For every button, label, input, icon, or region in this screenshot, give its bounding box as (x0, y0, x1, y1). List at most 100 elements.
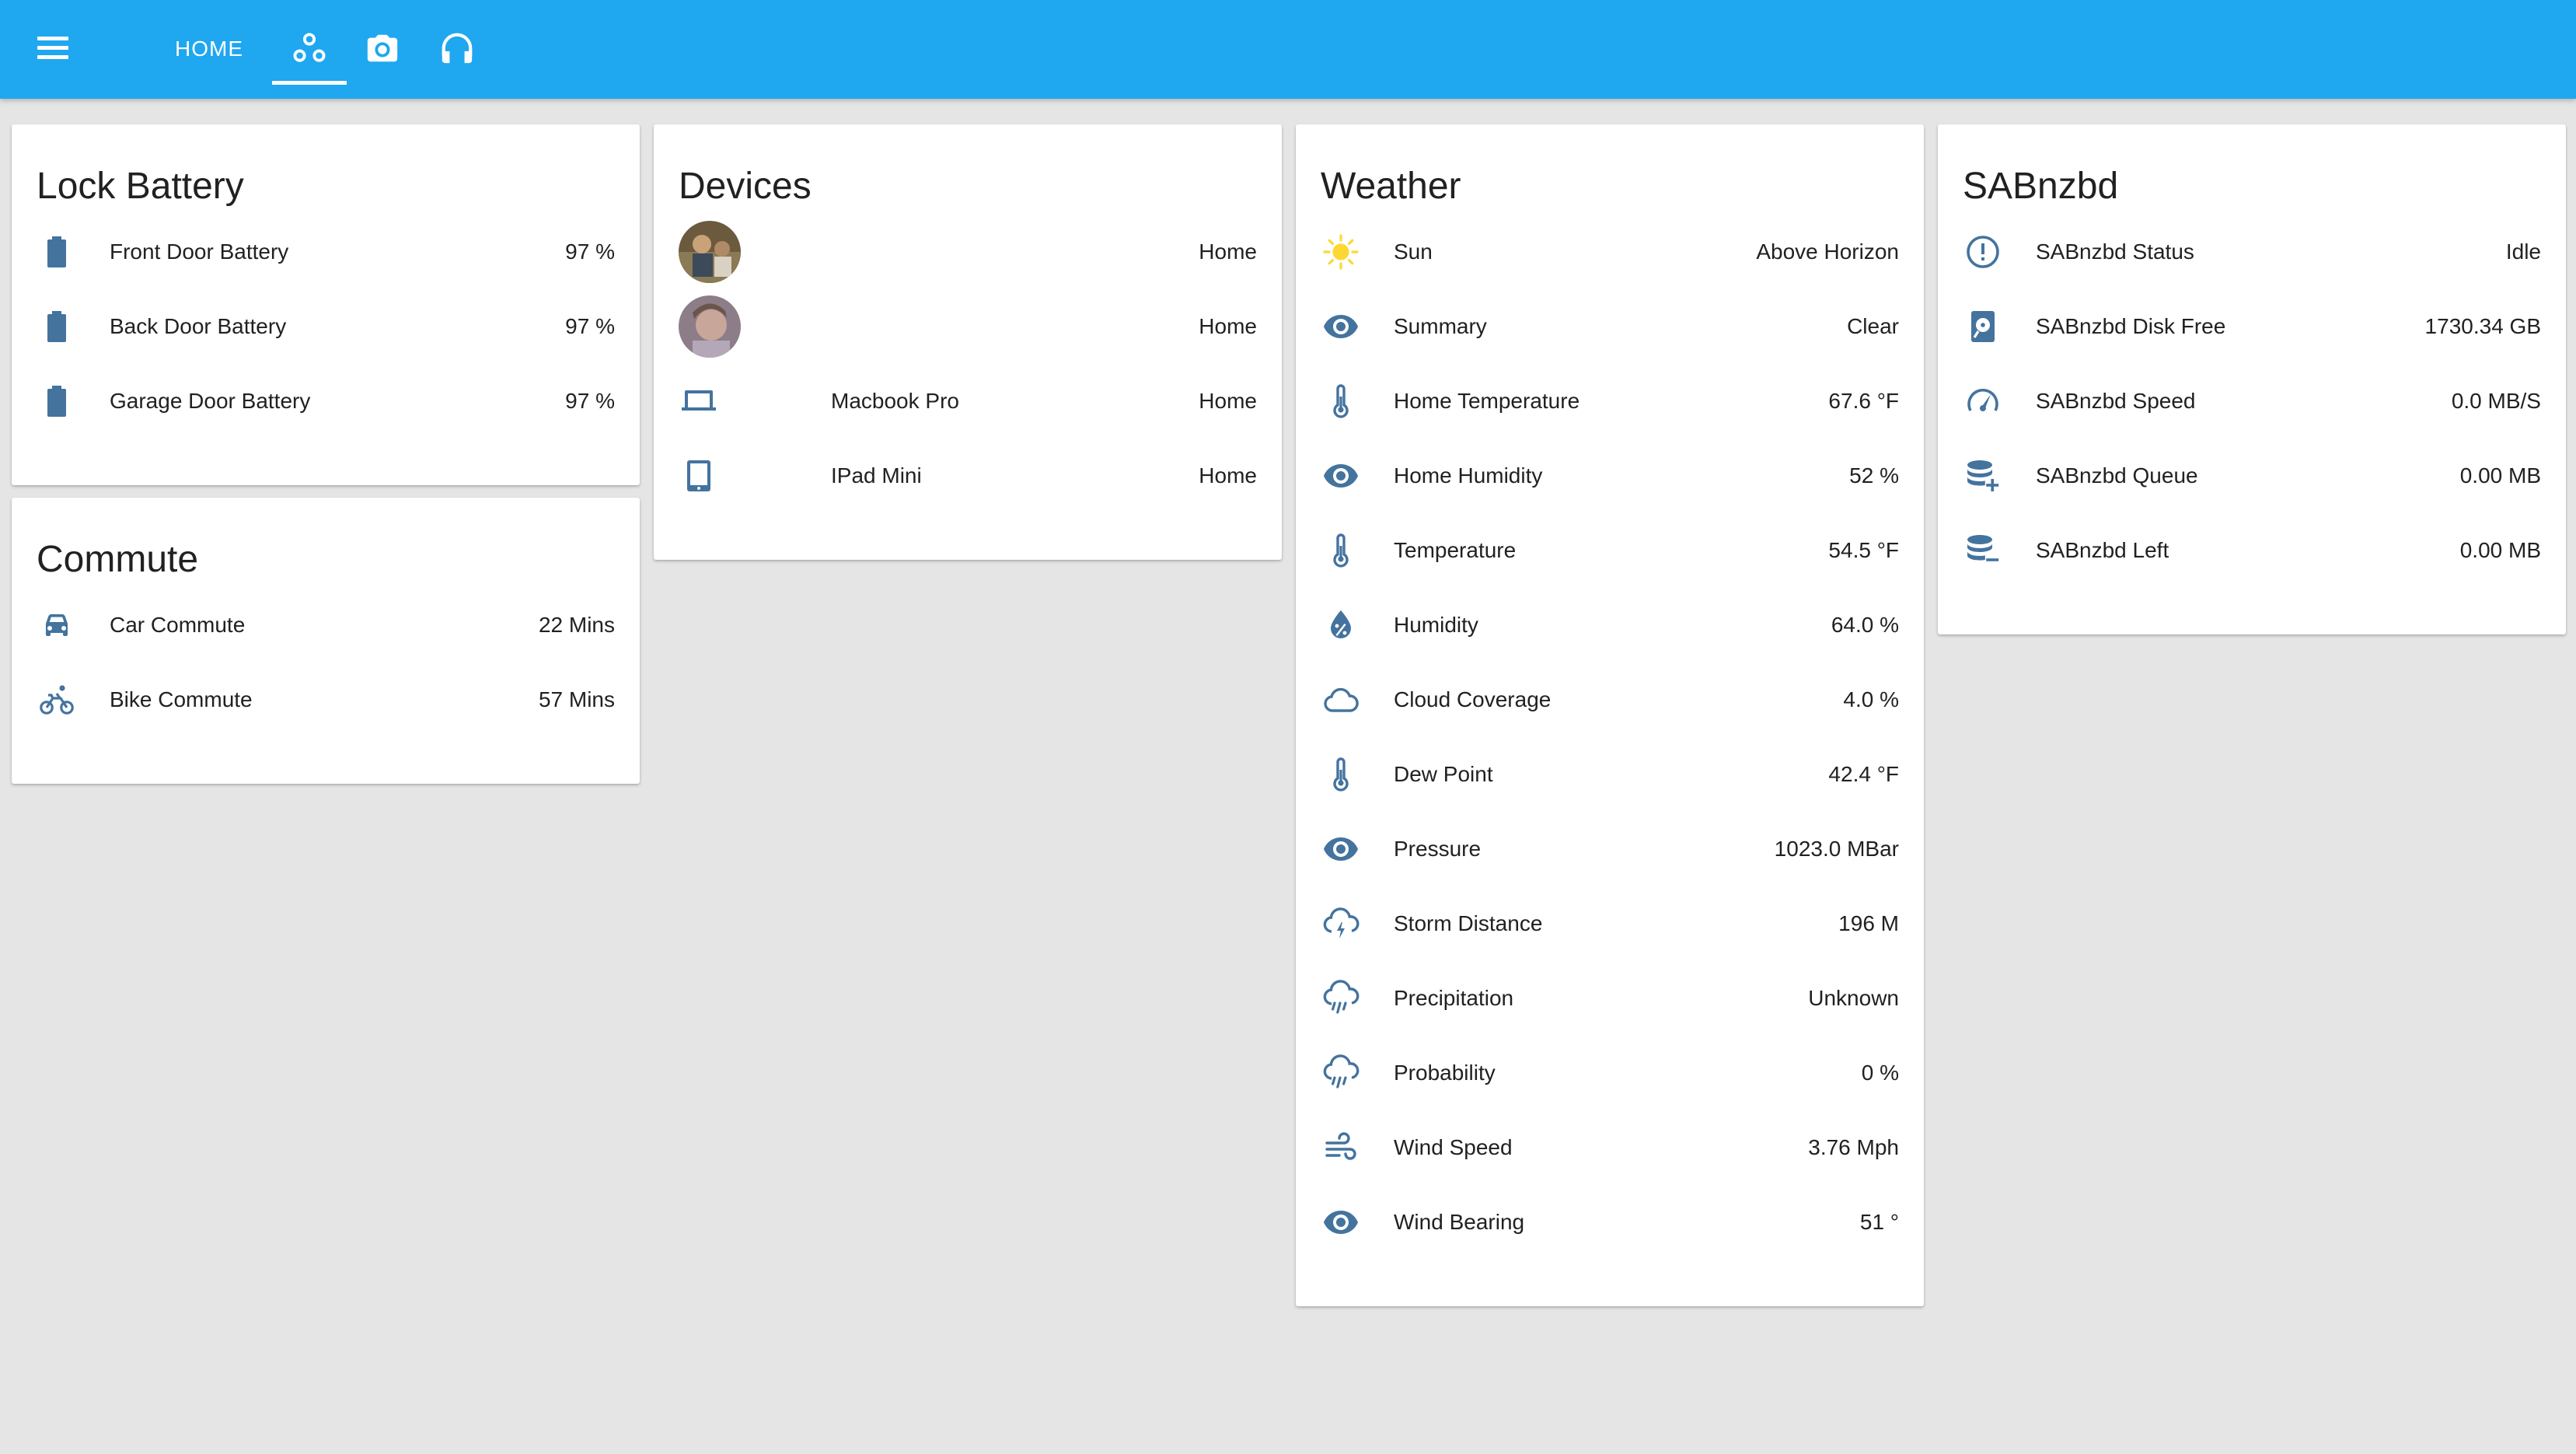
database-plus-icon (1963, 456, 2003, 496)
list-item-temperature[interactable]: Temperature 54.5 °F (1296, 513, 1924, 588)
list-item-cloud-coverage[interactable]: Cloud Coverage 4.0 % (1296, 662, 1924, 737)
list-item-device[interactable]: Home (654, 289, 1282, 364)
row-value: 0.0 MB/S (2451, 389, 2541, 413)
row-value: Above Horizon (1756, 239, 1899, 264)
row-value: 67.6 °F (1828, 389, 1899, 413)
sun-icon (1321, 232, 1361, 272)
row-value: 0.00 MB (2459, 463, 2541, 488)
card-title: Commute (37, 539, 199, 580)
speedometer-icon (1963, 381, 2003, 421)
camera-icon[interactable] (359, 25, 406, 72)
list-item-bike-commute[interactable]: Bike Commute 57 Mins (12, 662, 640, 737)
row-label: Precipitation (1394, 986, 1514, 1010)
row-value: 64.0 % (1831, 613, 1899, 637)
laptop-icon (679, 381, 719, 421)
row-label: Wind Speed (1394, 1135, 1513, 1159)
row-label: SABnzbd Left (2036, 538, 2169, 562)
row-label: Bike Commute (110, 687, 253, 711)
row-value: 0 % (1861, 1061, 1899, 1085)
row-label: Humidity (1394, 613, 1478, 637)
row-value: 57 Mins (538, 687, 615, 711)
row-label: IPad Mini (831, 463, 922, 488)
headphones-icon[interactable] (434, 25, 480, 72)
wind-icon (1321, 1127, 1361, 1168)
row-value: 0.00 MB (2459, 538, 2541, 562)
row-label: Garage Door Battery (110, 389, 311, 413)
list-item-humidity[interactable]: Humidity 64.0 % (1296, 588, 1924, 662)
lightning-cloud-icon (1321, 904, 1361, 944)
card-title: Devices (679, 166, 812, 207)
row-label: Home Humidity (1394, 463, 1543, 488)
row-label: Car Commute (110, 613, 246, 637)
rain-cloud-icon (1321, 978, 1361, 1019)
list-item-sun[interactable]: Sun Above Horizon (1296, 215, 1924, 289)
row-label: Front Door Battery (110, 239, 289, 264)
row-value: 196 M (1838, 911, 1899, 935)
list-item-home-temperature[interactable]: Home Temperature 67.6 °F (1296, 364, 1924, 439)
list-item-pressure[interactable]: Pressure 1023.0 MBar (1296, 812, 1924, 886)
list-item-sabnzbd-speed[interactable]: SABnzbd Speed 0.0 MB/S (1938, 364, 2566, 439)
devices-card: Devices Home Home Macbook Pro Home IPad Mini… (654, 124, 1282, 560)
row-label: Macbook Pro (831, 389, 959, 413)
eye-icon (1321, 456, 1361, 496)
list-item-back-door-battery[interactable]: Back Door Battery 97 % (12, 289, 640, 364)
list-item-macbook-pro[interactable]: Macbook Pro Home (654, 364, 1282, 439)
eye-icon (1321, 829, 1361, 869)
tab-home[interactable]: HOME (175, 26, 243, 72)
card-title: Lock Battery (37, 166, 244, 207)
row-value: 3.76 Mph (1808, 1135, 1899, 1159)
list-item-summary[interactable]: Summary Clear (1296, 289, 1924, 364)
row-label: Back Door Battery (110, 314, 287, 338)
tab-active-indicator (272, 81, 347, 85)
row-label: Dew Point (1394, 762, 1493, 786)
menu-icon[interactable] (34, 31, 75, 67)
eye-icon (1321, 306, 1361, 347)
row-label: Sun (1394, 239, 1433, 264)
list-item-ipad-mini[interactable]: IPad Mini Home (654, 439, 1282, 513)
list-item-car-commute[interactable]: Car Commute 22 Mins (12, 588, 640, 662)
row-label: SABnzbd Speed (2036, 389, 2196, 413)
row-label: SABnzbd Queue (2036, 463, 2198, 488)
avatar[interactable] (679, 295, 741, 358)
rain-cloud-icon (1321, 1053, 1361, 1093)
list-item-wind-speed[interactable]: Wind Speed 3.76 Mph (1296, 1110, 1924, 1185)
list-item-device[interactable]: Home (654, 215, 1282, 289)
sabnzbd-card: SABnzbd SABnzbd Status Idle SABnzbd Disk F… (1938, 124, 2566, 634)
row-value: 54.5 °F (1828, 538, 1899, 562)
row-label: Probability (1394, 1061, 1496, 1085)
row-value: 97 % (565, 314, 615, 338)
list-item-precipitation[interactable]: Precipitation Unknown (1296, 961, 1924, 1036)
row-value: Home (1199, 463, 1257, 488)
row-value: 1023.0 MBar (1774, 837, 1899, 861)
row-label: Summary (1394, 314, 1487, 338)
list-item-garage-door-battery[interactable]: Garage Door Battery 97 % (12, 364, 640, 439)
thermometer-icon (1321, 530, 1361, 571)
card-title: SABnzbd (1963, 166, 2119, 207)
thermometer-icon (1321, 754, 1361, 795)
list-item-wind-bearing[interactable]: Wind Bearing 51 ° (1296, 1185, 1924, 1260)
database-minus-icon (1963, 530, 2003, 571)
list-item-front-door-battery[interactable]: Front Door Battery 97 % (12, 215, 640, 289)
row-label: Temperature (1394, 538, 1517, 562)
battery-icon (37, 381, 77, 421)
list-item-sabnzbd-queue[interactable]: SABnzbd Queue 0.00 MB (1938, 439, 2566, 513)
car-icon (37, 605, 77, 645)
row-value: 52 % (1849, 463, 1899, 488)
lock-battery-card: Lock Battery Front Door Battery 97 % Back … (12, 124, 640, 485)
account-group-icon[interactable] (286, 25, 333, 72)
row-value: Home (1199, 389, 1257, 413)
list-item-sabnzbd-disk-free[interactable]: SABnzbd Disk Free 1730.34 GB (1938, 289, 2566, 364)
list-item-home-humidity[interactable]: Home Humidity 52 % (1296, 439, 1924, 513)
list-item-sabnzbd-left[interactable]: SABnzbd Left 0.00 MB (1938, 513, 2566, 588)
avatar[interactable] (679, 221, 741, 283)
list-item-sabnzbd-status[interactable]: SABnzbd Status Idle (1938, 215, 2566, 289)
row-label: Pressure (1394, 837, 1482, 861)
weather-card: Weather Sun Above Horizon Summary Clear Home… (1296, 124, 1924, 1306)
app-toolbar: HOME (0, 0, 2576, 99)
list-item-probability[interactable]: Probability 0 % (1296, 1036, 1924, 1110)
row-value: Unknown (1808, 986, 1899, 1010)
row-label: SABnzbd Status (2036, 239, 2194, 264)
row-label: Home Temperature (1394, 389, 1580, 413)
list-item-dew-point[interactable]: Dew Point 42.4 °F (1296, 737, 1924, 812)
list-item-storm-distance[interactable]: Storm Distance 196 M (1296, 886, 1924, 961)
